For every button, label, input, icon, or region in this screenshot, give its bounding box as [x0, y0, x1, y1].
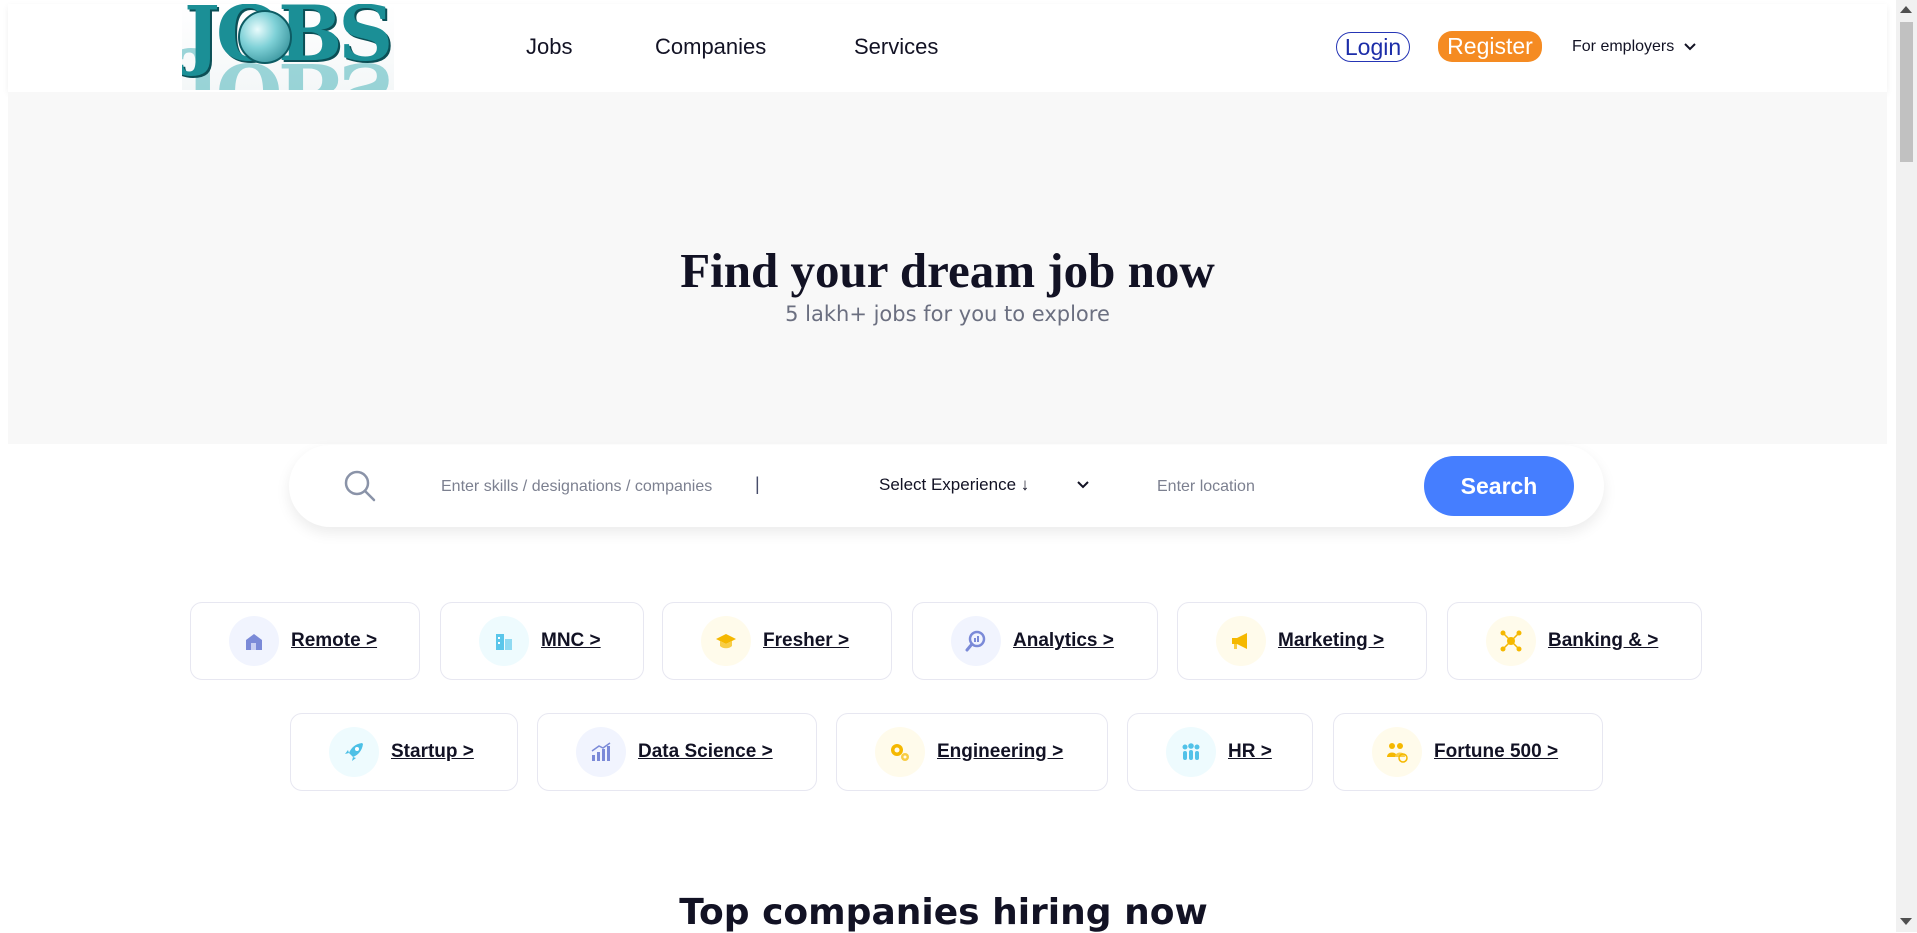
- scrollbar-thumb[interactable]: [1900, 22, 1913, 162]
- people-icon: [1182, 743, 1200, 760]
- skills-search-input[interactable]: [439, 471, 763, 503]
- category-chip-startup[interactable]: Startup >: [290, 713, 518, 791]
- top-companies-heading: Top companies hiring now: [679, 892, 1208, 933]
- category-chip-engineering[interactable]: Engineering >: [836, 713, 1108, 791]
- category-label: Fortune 500 >: [1434, 741, 1559, 762]
- for-employers-label: For employers: [1572, 38, 1675, 55]
- category-chip-marketing[interactable]: Marketing >: [1177, 602, 1427, 680]
- search-button[interactable]: Search: [1424, 456, 1574, 516]
- category-label: Engineering >: [937, 741, 1064, 762]
- category-label: Banking & >: [1548, 630, 1659, 651]
- search-divider: |: [755, 474, 760, 494]
- category-chip-remote[interactable]: Remote >: [190, 602, 420, 680]
- category-label: Fresher >: [763, 630, 850, 651]
- category-chip-fortune-500[interactable]: Fortune 500 >: [1333, 713, 1603, 791]
- category-label: HR >: [1228, 741, 1272, 762]
- category-label: Analytics >: [1013, 630, 1114, 651]
- experience-label: Select Experience ↓: [879, 475, 1030, 494]
- category-label: Startup >: [391, 741, 474, 762]
- growth-chart-icon: [591, 742, 611, 761]
- job-search-bar: | Select Experience ↓ Search: [289, 445, 1604, 527]
- register-button[interactable]: Register: [1438, 31, 1542, 62]
- buildings-icon: [496, 634, 512, 650]
- nav-services[interactable]: Services: [854, 34, 938, 60]
- category-chip-analytics[interactable]: Analytics >: [912, 602, 1158, 680]
- graduation-cap-icon: [716, 634, 736, 649]
- site-header: JOBS JOBS Jobs Companies Services Login …: [8, 4, 1887, 92]
- scroll-up-arrow-icon[interactable]: [1900, 6, 1912, 13]
- category-label: Remote >: [291, 630, 378, 651]
- nav-jobs[interactable]: Jobs: [526, 34, 572, 60]
- category-chip-data-science[interactable]: Data Science >: [537, 713, 817, 791]
- category-chip-hr[interactable]: HR >: [1127, 713, 1313, 791]
- network-nodes-icon: [1500, 630, 1522, 652]
- hero-title: Find your dream job now: [680, 243, 1215, 298]
- chevron-down-icon: [1684, 43, 1696, 51]
- category-label: Data Science >: [638, 741, 773, 762]
- jobs-logo[interactable]: JOBS JOBS: [182, 4, 394, 90]
- for-employers-dropdown[interactable]: For employers: [1572, 38, 1696, 56]
- globe-icon: [238, 10, 292, 64]
- category-chip-mnc[interactable]: MNC >: [440, 602, 644, 680]
- page-scrollbar[interactable]: [1896, 0, 1917, 932]
- home-office-icon: [246, 634, 262, 650]
- megaphone-icon: [1232, 633, 1247, 649]
- hero-subtitle: 5 lakh+ jobs for you to explore: [785, 302, 1110, 326]
- category-chip-banking[interactable]: Banking & >: [1447, 602, 1702, 680]
- magnifier-chart-icon: [965, 630, 986, 652]
- rocket-icon: [345, 743, 363, 761]
- experience-select[interactable]: Select Experience ↓: [879, 475, 1089, 495]
- nav-companies[interactable]: Companies: [655, 34, 766, 60]
- search-icon: [344, 470, 376, 502]
- chevron-down-icon: [1077, 481, 1089, 489]
- login-button[interactable]: Login: [1336, 32, 1410, 62]
- category-label: MNC >: [541, 630, 601, 651]
- location-input[interactable]: [1155, 471, 1409, 503]
- category-label: Marketing >: [1278, 630, 1385, 651]
- team-globe-icon: [1387, 743, 1408, 763]
- hero-section: Find your dream job now 5 lakh+ jobs for…: [8, 92, 1887, 444]
- gears-icon: [891, 744, 909, 761]
- scroll-down-arrow-icon[interactable]: [1900, 918, 1912, 925]
- category-chip-fresher[interactable]: Fresher >: [662, 602, 892, 680]
